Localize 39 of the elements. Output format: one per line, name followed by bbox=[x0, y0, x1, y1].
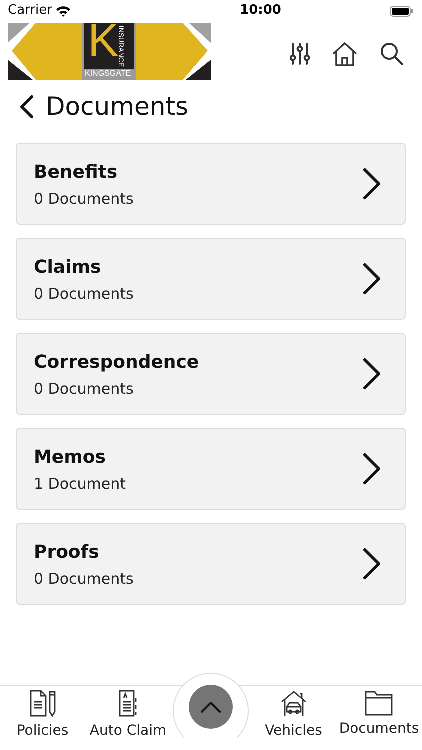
logo-name: KINGSGATE bbox=[85, 70, 132, 78]
document-count: 0 Documents bbox=[34, 284, 134, 306]
search-icon[interactable] bbox=[380, 42, 404, 66]
chevron-right-icon bbox=[363, 168, 381, 200]
chevron-right-icon bbox=[363, 548, 381, 580]
chevron-right-icon bbox=[363, 263, 381, 295]
category-card[interactable]: Benefits 0 Documents bbox=[16, 143, 406, 225]
page-title: Documents bbox=[46, 91, 189, 124]
category-card[interactable]: Proofs 0 Documents bbox=[16, 523, 406, 605]
document-count: 0 Documents bbox=[34, 379, 135, 400]
chevron-right-icon bbox=[363, 453, 381, 485]
back-chevron-icon[interactable] bbox=[20, 95, 34, 119]
category-card[interactable]: Claims 0 Documents bbox=[16, 238, 406, 320]
document-count: 0 Documents bbox=[34, 189, 134, 210]
category-card[interactable]: Correspondence 0 Documents bbox=[16, 333, 406, 415]
clock-time: 10:00 bbox=[240, 2, 282, 20]
category-title: Benefits bbox=[34, 161, 119, 186]
tab-bar-item[interactable]: Auto Claim bbox=[86, 686, 171, 742]
category-title: Correspondence bbox=[34, 351, 200, 376]
category-card[interactable]: Memos 1 Document bbox=[16, 428, 406, 510]
tab-bar-item[interactable]: Vehicles bbox=[251, 686, 336, 742]
car-garage-icon bbox=[280, 690, 308, 718]
category-title: Claims bbox=[34, 256, 102, 280]
filter-sliders-icon[interactable] bbox=[290, 43, 310, 65]
document-count: 1 Document bbox=[34, 474, 126, 496]
logo-letter: K bbox=[88, 22, 119, 62]
chevron-up-icon bbox=[201, 702, 221, 712]
folder-icon bbox=[365, 690, 394, 716]
wifi-icon bbox=[56, 6, 72, 16]
carrier-label: Carrier bbox=[8, 2, 52, 20]
tab-bar-item[interactable]: Documents bbox=[336, 686, 422, 740]
category-title: Proofs bbox=[34, 541, 100, 566]
document-pen-icon bbox=[28, 690, 57, 718]
document-count: 0 Documents bbox=[34, 569, 134, 590]
home-icon[interactable] bbox=[332, 42, 358, 66]
category-title: Memos bbox=[34, 446, 107, 470]
battery-icon bbox=[390, 6, 414, 16]
tab-bar-item[interactable]: Policies bbox=[0, 686, 86, 742]
chevron-right-icon bbox=[363, 358, 381, 390]
